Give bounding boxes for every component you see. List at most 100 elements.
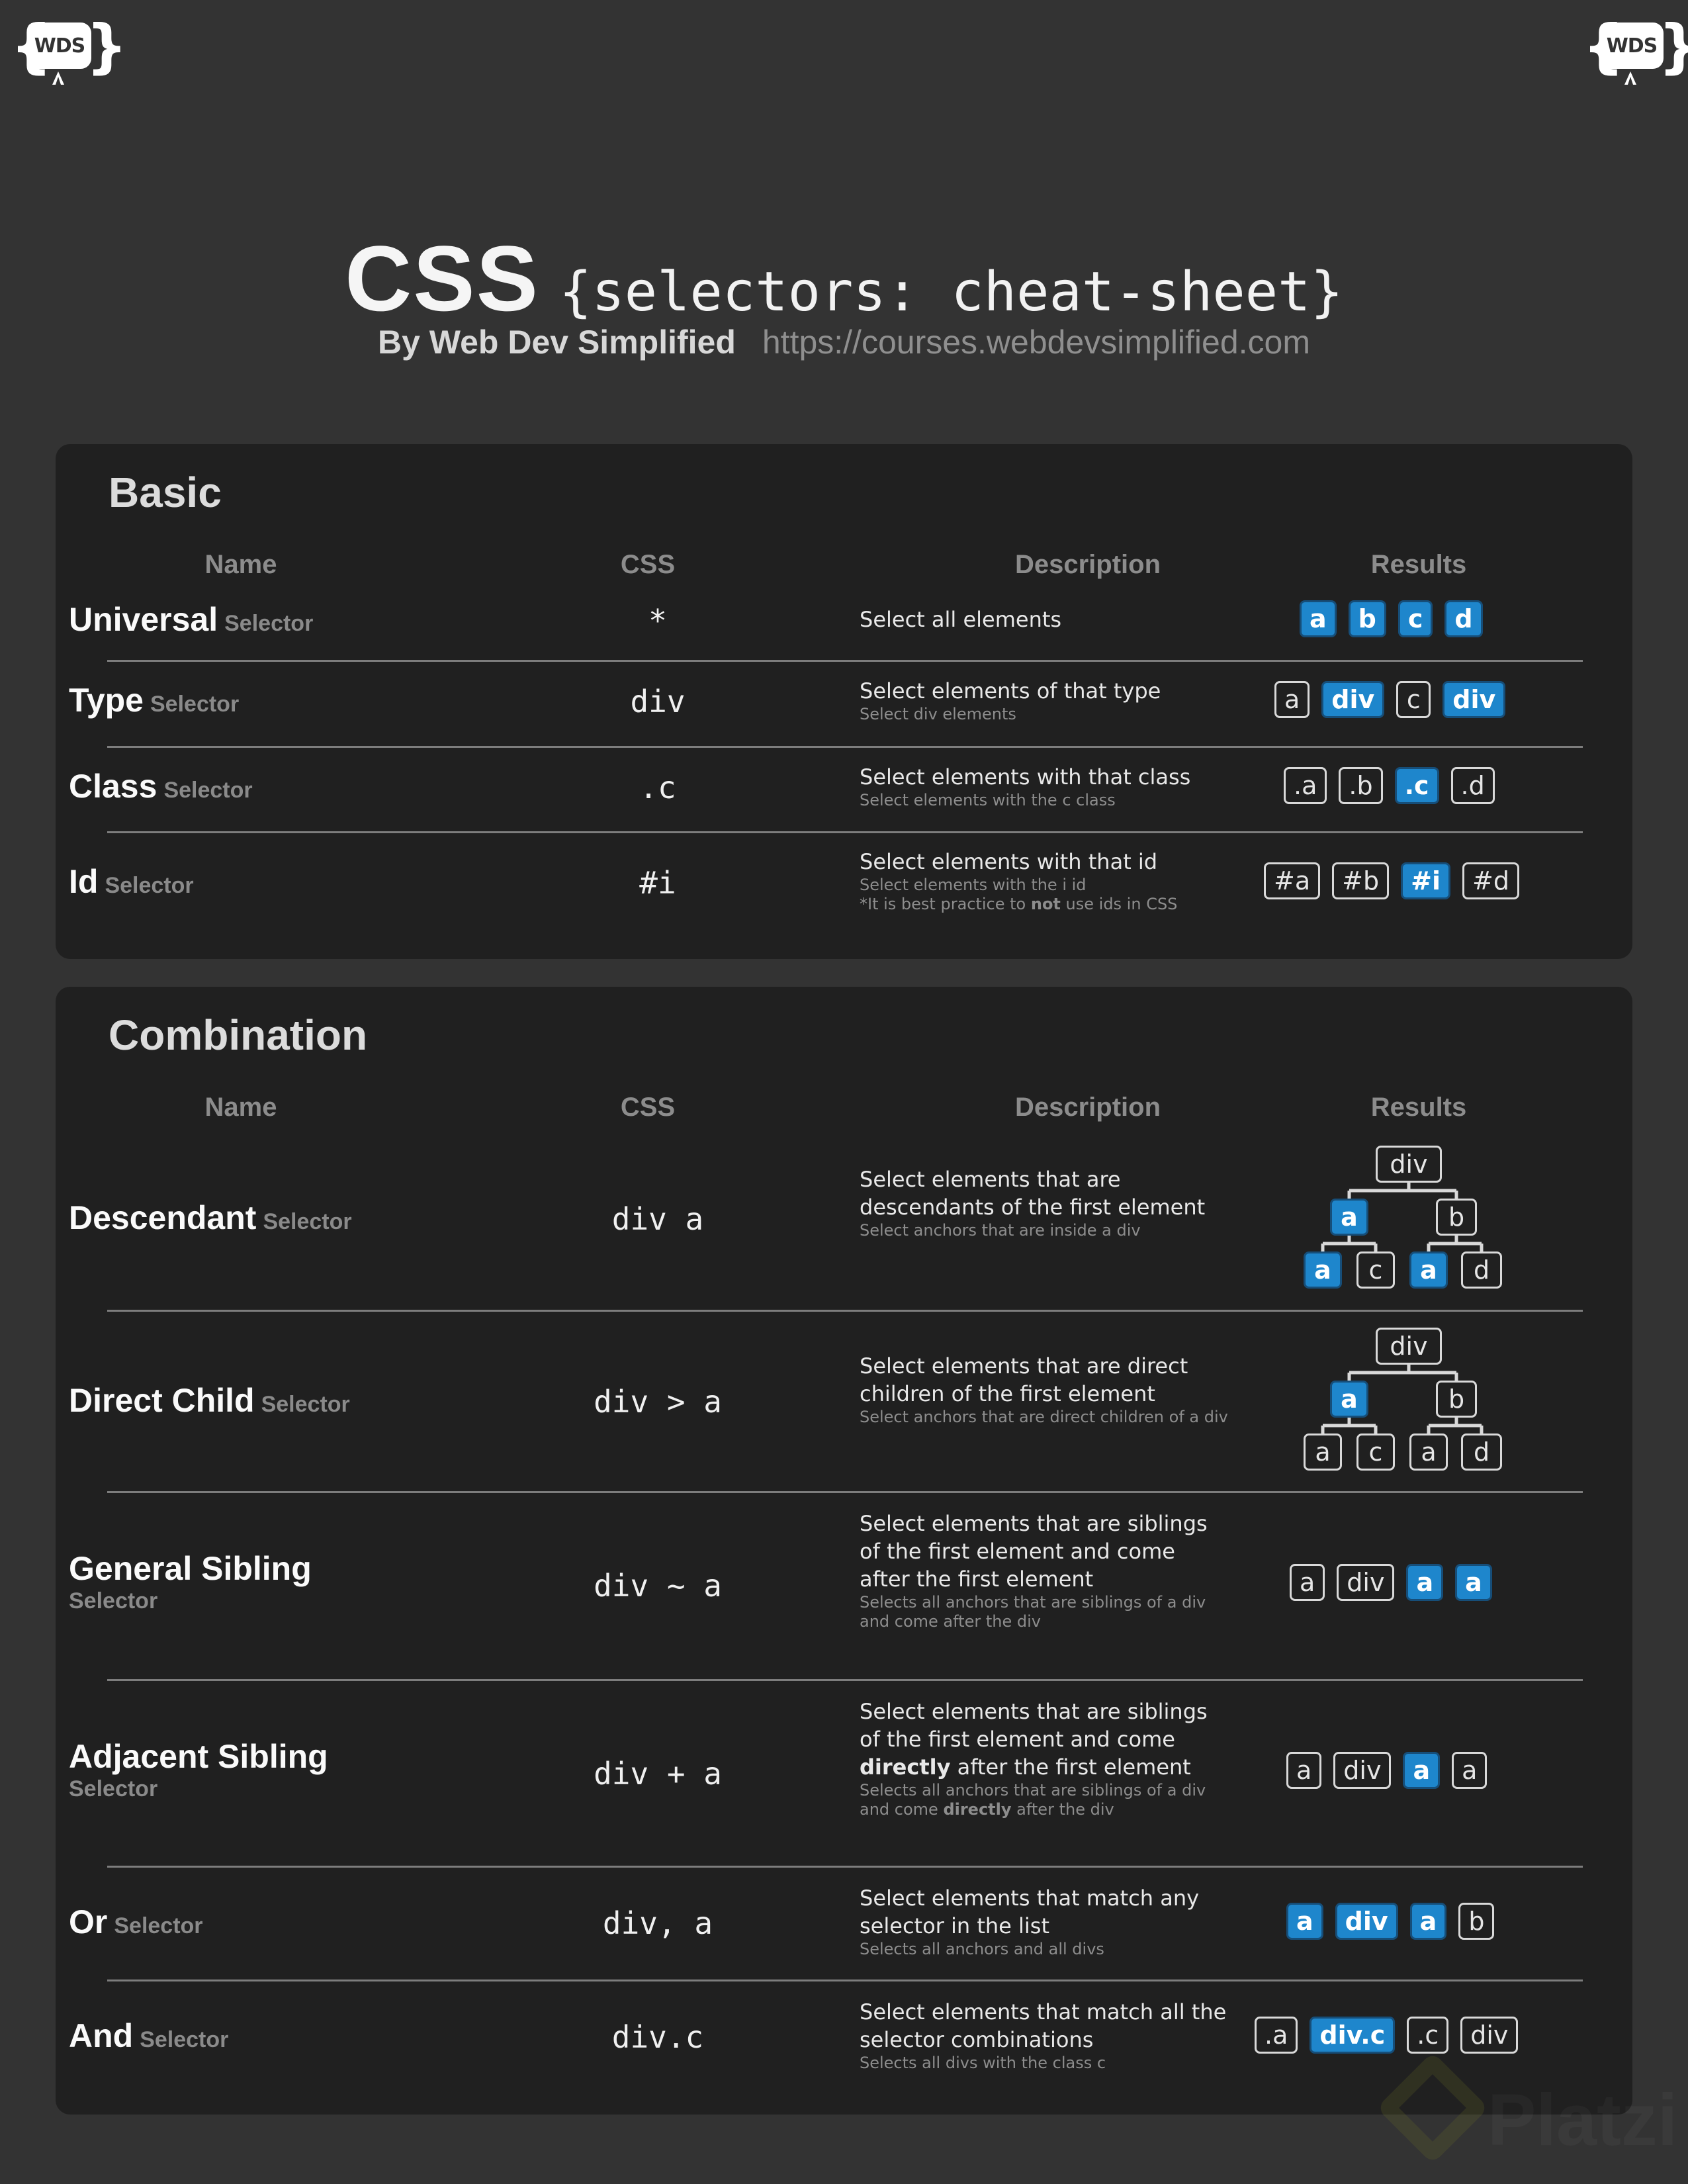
result-element-selected: a [1409, 1251, 1448, 1289]
result-element: c [1356, 1251, 1395, 1289]
results: a div a a [1286, 1752, 1488, 1789]
result-element: c [1396, 681, 1431, 718]
selector-name-main: And [69, 2017, 134, 2054]
result-element: a [1452, 1752, 1488, 1789]
description-sub: Select anchors that are direct children … [860, 1408, 1228, 1426]
tree-root-element: div [1376, 1146, 1442, 1183]
description: Select elements that match all the selec… [860, 1998, 1230, 2073]
result-element-selected: a [1406, 1564, 1444, 1601]
logo-screen-icon: WDS [28, 23, 91, 69]
column-header-name: Name [204, 550, 277, 579]
css-code: * [648, 603, 667, 639]
selector-suffix: Selector [140, 2027, 229, 2052]
description-sub: Selects all divs with the class c [860, 2054, 1106, 2072]
description-main: Select elements of that type [860, 678, 1161, 704]
results: #a #b #i #d [1264, 862, 1519, 899]
row-divider [107, 746, 1583, 748]
column-header-results: Results [1370, 550, 1467, 579]
byline: By Web Dev Simplified [378, 324, 736, 361]
css-code: .c [639, 770, 676, 805]
selector-name: Universal Selector [69, 600, 313, 639]
result-element-selected: a [1304, 1251, 1342, 1289]
css-code: div [630, 684, 686, 719]
course-url-link[interactable]: https://courses.webdevsimplified.com [762, 324, 1310, 361]
selector-name-main: Class [69, 768, 157, 805]
result-element-selected: a [1409, 1903, 1447, 1940]
note-text: *It is best practice to [860, 895, 1031, 913]
result-element: a [1274, 681, 1310, 718]
tree-root-element: div [1376, 1328, 1442, 1365]
result-element-selected: d [1444, 600, 1483, 637]
result-element: a [1409, 1433, 1448, 1471]
selector-name-main: Adjacent Sibling [69, 1738, 328, 1775]
result-element: div [1460, 2017, 1519, 2054]
description-emphasis: directly [860, 1754, 951, 1780]
selector-suffix: Selector [150, 692, 240, 717]
result-element: b [1436, 1381, 1477, 1418]
selector-name: Or Selector [69, 1903, 203, 1941]
column-header-description: Description [1014, 550, 1161, 579]
section-title: Combination [109, 1011, 368, 1059]
selector-suffix: Selector [263, 1209, 352, 1234]
result-element-selected: #i [1401, 862, 1450, 899]
description-main: Select elements that match all the selec… [860, 1999, 1227, 2052]
selector-suffix: Selector [261, 1392, 350, 1417]
selector-suffix: Selector [105, 873, 194, 898]
results: abcd [1300, 600, 1483, 637]
description: Select elements that are descendants of … [860, 1165, 1230, 1240]
selector-name: Class Selector [69, 767, 253, 805]
logo-text: WDS [34, 34, 86, 58]
result-element-selected: a [1455, 1564, 1492, 1601]
results: a div a b [1286, 1903, 1495, 1940]
description: Select elements of that type Select div … [860, 677, 1230, 724]
selector-name-main: Or [69, 1903, 108, 1940]
selector-name-main: Type [69, 682, 144, 719]
note-emphasis: not [1030, 895, 1061, 913]
result-element: .a [1284, 767, 1327, 804]
result-element: a [1290, 1564, 1325, 1601]
column-header-name: Name [204, 1093, 277, 1122]
selector-name: And Selector [69, 2017, 228, 2055]
selector-name: Direct Child Selector [69, 1381, 350, 1420]
description-sub: Select elements with the i id [860, 876, 1087, 894]
results: a div a a [1290, 1564, 1492, 1601]
result-element: #d [1462, 862, 1519, 899]
result-element-selected: a [1330, 1381, 1368, 1418]
description-main: Select elements that match any selector … [860, 1886, 1200, 1938]
result-element: #b [1332, 862, 1390, 899]
description: Select all elements [860, 606, 1230, 633]
description-sub: Select div elements [860, 705, 1016, 723]
result-element: .c [1407, 2017, 1449, 2054]
column-header-css: CSS [620, 550, 676, 579]
description-sub: Selects all anchors that are siblings of… [860, 1781, 1230, 1819]
logo-stand-icon [1624, 71, 1636, 85]
selector-name-main: Id [69, 863, 99, 900]
description-main: Select elements that are descendants of … [860, 1167, 1206, 1220]
selector-name-main: Descendant [69, 1199, 257, 1236]
description-main: Select elements that are siblings of the… [860, 1511, 1208, 1592]
row-divider [107, 1491, 1583, 1493]
selector-name-main: Direct Child [69, 1382, 255, 1419]
wds-logo-right: { WDS } [1581, 17, 1688, 90]
description-sub: Selects all anchors that are siblings of… [860, 1593, 1206, 1631]
description-main: Select elements with that class [860, 764, 1191, 790]
description-text: Select elements that are siblings of the… [860, 1699, 1208, 1752]
result-element: c [1356, 1433, 1395, 1471]
selector-suffix: Selector [114, 1913, 203, 1938]
page-title: CSS {selectors: cheat-sheet} [0, 225, 1688, 332]
description-sub: Selects all anchors and all divs [860, 1940, 1104, 1958]
selector-name-main: Universal [69, 601, 218, 638]
logo-screen-icon: WDS [1600, 23, 1664, 69]
description: Select elements that match any selector … [860, 1884, 1230, 1959]
result-element-selected: .c [1394, 767, 1439, 804]
selector-suffix: Selector [69, 1776, 158, 1801]
section-title: Basic [109, 469, 222, 516]
result-element-selected: div [1321, 681, 1385, 718]
results: a div c div [1274, 681, 1506, 718]
logo-right-brace: } [86, 12, 128, 80]
selector-name: Adjacent Sibling Selector [69, 1737, 328, 1802]
result-element-selected: b [1348, 600, 1386, 637]
description-sub: Select anchors that are inside a div [860, 1221, 1141, 1240]
selector-suffix: Selector [224, 611, 314, 636]
results: .a div.c .c div [1255, 2017, 1519, 2054]
